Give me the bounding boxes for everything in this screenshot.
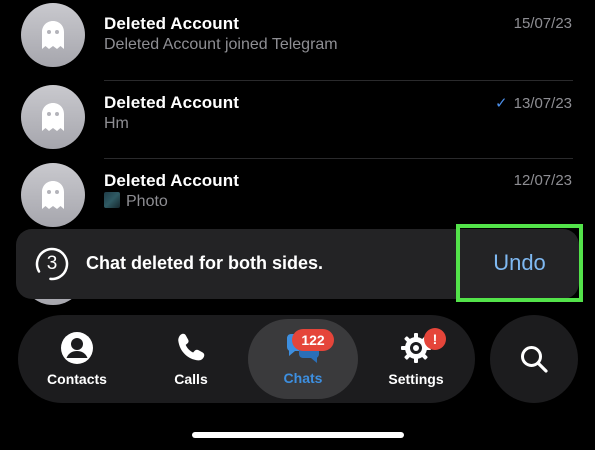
tab-settings[interactable]: Settings ! [370,315,462,403]
avatar [21,85,85,149]
undo-toast: 3 Chat deleted for both sides. Undo [16,224,583,302]
ghost-icon [42,103,64,131]
search-icon [521,346,548,373]
contacts-icon [61,332,93,364]
tab-calls[interactable]: Calls [146,315,236,403]
phone-icon [178,333,205,361]
countdown-number: 3 [46,253,58,274]
chat-row[interactable]: Deleted Account Deleted Account joined T… [0,0,595,81]
chat-preview: Hm [104,115,129,132]
read-check-icon: ✓ [495,95,508,112]
chat-preview: Photo [104,192,168,211]
settings-alert-badge: ! [424,328,446,350]
divider [104,158,573,159]
toast-message: Chat deleted for both sides. [86,253,324,273]
ghost-icon [42,21,64,49]
chat-name: Deleted Account [104,14,240,33]
divider [104,80,573,81]
chat-date: 12/07/23 [513,172,572,189]
ghost-icon [42,181,64,209]
chat-name: Deleted Account [104,93,240,112]
chat-preview: Deleted Account joined Telegram [104,36,338,53]
tab-label: Chats [283,370,323,386]
chat-date-text: 13/07/23 [513,95,572,112]
tab-label: Calls [174,371,208,387]
chats-unread-badge: 122 [292,329,334,351]
undo-button[interactable]: Undo [456,224,583,302]
chat-preview-text: Photo [126,193,168,210]
photo-thumbnail [104,192,120,208]
tab-label: Contacts [47,371,107,387]
tab-chats[interactable]: Chats 122 [248,319,358,399]
tab-contacts[interactable]: Contacts [32,315,122,403]
chat-date: ✓ 13/07/23 [495,94,572,112]
chat-row[interactable]: Deleted Account Hm ✓ 13/07/23 [0,82,595,160]
tab-label: Settings [388,371,444,387]
avatar [21,163,85,227]
chat-name: Deleted Account [104,171,240,190]
avatar [21,3,85,67]
home-indicator[interactable] [192,432,404,438]
tab-bar: Contacts Calls Chats 122 Settings ! [18,315,475,403]
chat-date: 15/07/23 [513,15,572,32]
search-button[interactable] [490,315,578,403]
countdown-timer: 3 [35,247,69,281]
